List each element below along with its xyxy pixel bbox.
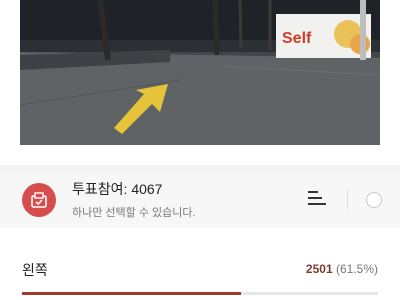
option-result: 2501 (61.5%) — [306, 262, 378, 276]
self-sign-text: Self — [282, 30, 312, 47]
header-divider — [347, 189, 348, 209]
post-photo: Self — [20, 0, 380, 145]
sort-icon[interactable] — [308, 191, 330, 209]
poll-subtitle: 하나만 선택할 수 있습니다. — [72, 207, 196, 219]
poll-header: 투표참여: 4067 하나만 선택할 수 있습니다. — [0, 173, 400, 228]
poll-participant-count: 4067 — [131, 181, 163, 197]
poll-title-label: 투표참여: — [72, 181, 132, 197]
poll-title: 투표참여: 4067 — [72, 179, 162, 199]
select-all-radio[interactable] — [366, 192, 382, 208]
result-bar-fill — [22, 292, 241, 295]
option-votes: 2501 — [305, 262, 333, 276]
section-divider — [0, 165, 400, 173]
poll-option-left[interactable]: 왼쪽 2501 (61.5%) — [0, 240, 400, 300]
ballot-box-icon — [22, 183, 56, 217]
parking-lot-image: Self — [20, 0, 380, 145]
option-percent: (61.5%) — [335, 262, 378, 276]
option-label: 왼쪽 — [22, 262, 48, 278]
result-bar-track — [22, 292, 378, 295]
